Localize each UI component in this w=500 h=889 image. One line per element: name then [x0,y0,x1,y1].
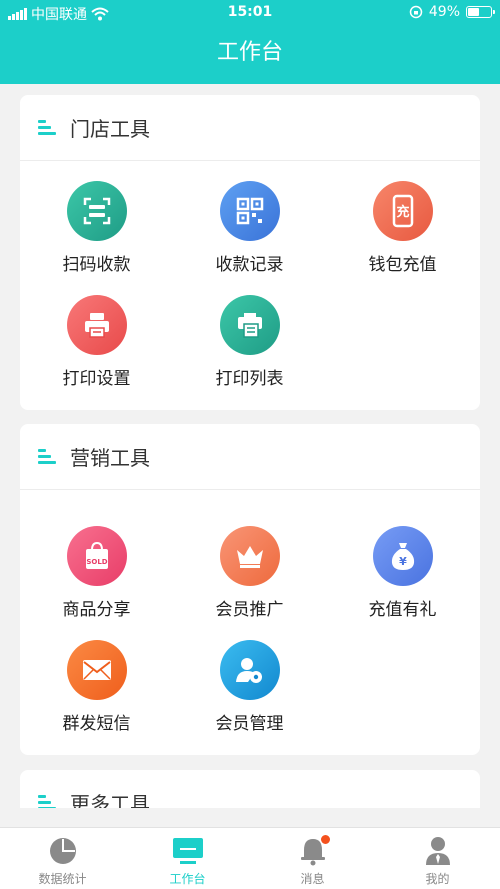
pie-chart-icon [47,836,79,866]
tool-label: 打印列表 [215,369,284,389]
store-tools-card: 门店工具 扫码收款 收款记录 充 钱包充值 打印设置 打印列表 [20,95,480,410]
section-title: 营销工具 [70,446,150,470]
tab-messages[interactable]: 消息 [250,828,375,889]
rotation-lock-icon [409,5,423,19]
svg-text:¥: ¥ [399,555,407,568]
section-list-icon [38,448,56,465]
section-title: 更多工具 [70,792,150,808]
tab-workbench[interactable]: 工作台 [125,828,250,889]
crown-icon [219,526,280,586]
tool-bulk-sms[interactable]: 群发短信 [20,640,173,736]
tab-bar: 数据统计 工作台 消息 我的 [0,827,500,889]
tab-label: 消息 [300,872,325,886]
print-list-icon [219,295,280,355]
money-bag-icon: ¥ [372,526,433,586]
tool-member-management[interactable]: 会员管理 [173,640,326,736]
marketing-tools-header: 营销工具 [20,424,480,490]
tool-label: 群发短信 [62,714,131,734]
tool-label: 打印设置 [62,369,131,389]
tab-label: 我的 [425,872,450,886]
tool-label: 商品分享 [62,600,131,620]
status-bar: 中国联通 15:01 49% [0,0,500,24]
more-tools-card: 更多工具 [20,770,480,808]
user-icon [422,836,454,866]
more-tools-header: 更多工具 [20,770,480,808]
section-list-icon [38,794,56,808]
tool-label: 会员推广 [215,600,284,620]
tool-label: 会员管理 [215,714,284,734]
printer-icon [66,295,127,355]
tool-wallet-recharge[interactable]: 充 钱包充值 [326,181,479,277]
tool-print-settings[interactable]: 打印设置 [20,295,173,391]
section-list-icon [38,119,56,136]
qrcode-icon [219,181,280,241]
tab-statistics[interactable]: 数据统计 [0,828,125,889]
page-title: 工作台 [216,40,283,65]
svg-text:SOLD: SOLD [86,558,107,566]
tool-recharge-gift[interactable]: ¥ 充值有礼 [326,526,479,622]
battery-icon [466,6,495,18]
battery-percent: 49% [428,4,460,20]
tool-print-list[interactable]: 打印列表 [173,295,326,391]
tool-product-share[interactable]: SOLD 商品分享 [20,526,173,622]
main-content[interactable]: 门店工具 扫码收款 收款记录 充 钱包充值 打印设置 打印列表 营销工具 SOL… [0,84,500,808]
tool-label: 扫码收款 [62,255,131,275]
tab-label: 工作台 [169,872,206,886]
svg-text:充: 充 [396,204,409,220]
tool-label: 钱包充值 [368,255,437,275]
tool-payment-records[interactable]: 收款记录 [173,181,326,277]
envelope-icon [66,640,127,700]
nav-bar: 工作台 [0,24,500,84]
tool-member-promotion[interactable]: 会员推广 [173,526,326,622]
monitor-icon [172,836,204,866]
tab-profile[interactable]: 我的 [375,828,500,889]
shopping-bag-icon: SOLD [66,526,127,586]
phone-recharge-icon: 充 [372,181,433,241]
store-tools-header: 门店工具 [20,95,480,161]
section-title: 门店工具 [70,117,150,141]
tool-label: 充值有礼 [368,600,437,620]
status-right: 49% [409,4,495,20]
bell-icon [297,834,331,866]
member-settings-icon [219,640,280,700]
marketing-tools-card: 营销工具 SOLD 商品分享 会员推广 ¥ 充值有礼 群发短信 会员管理 [20,424,480,755]
notification-badge [319,834,331,845]
tool-scan-pay[interactable]: 扫码收款 [20,181,173,277]
tab-label: 数据统计 [38,872,87,886]
tool-label: 收款记录 [215,255,284,275]
scan-icon [66,181,127,241]
